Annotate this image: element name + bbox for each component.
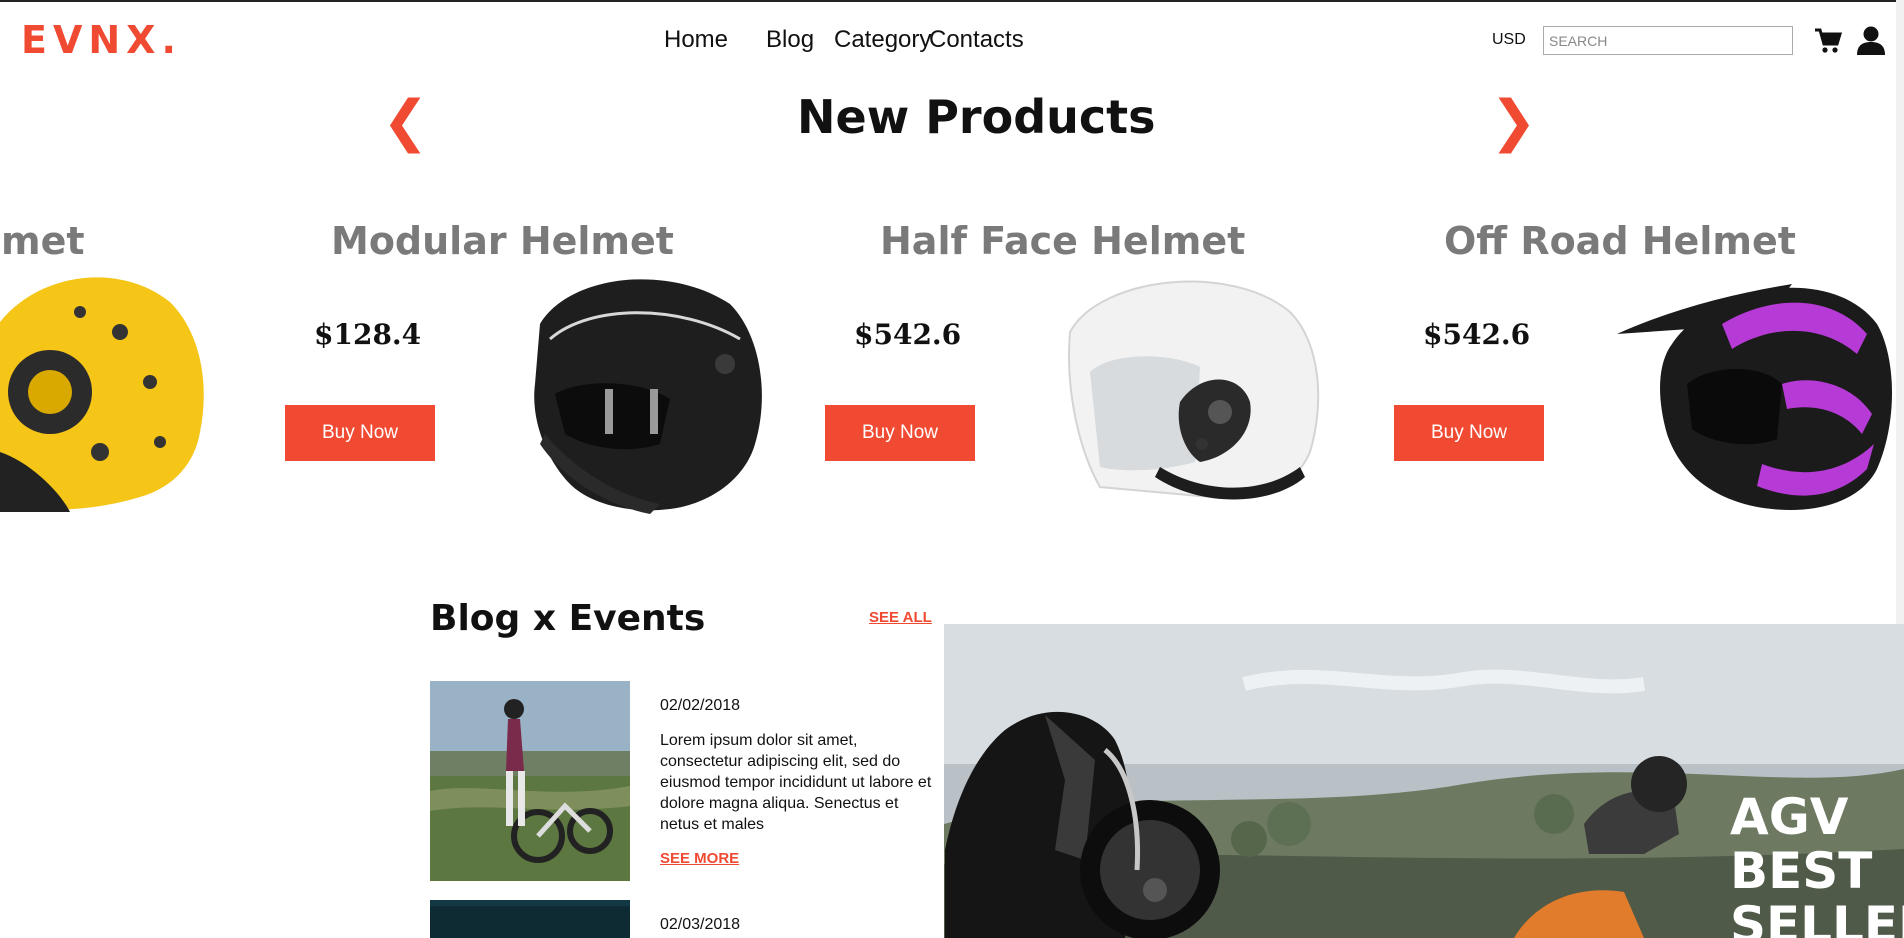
blog-post-thumbnail[interactable] bbox=[430, 681, 630, 881]
top-border bbox=[0, 0, 1904, 2]
half-face-helmet-image[interactable] bbox=[1030, 262, 1330, 517]
carousel-next-arrow[interactable]: ❯ bbox=[1490, 94, 1537, 150]
product-name: Half Face Helmet bbox=[880, 219, 1246, 263]
blog-post-date: 02/02/2018 bbox=[660, 697, 741, 714]
blog-section-title: Blog x Events bbox=[430, 598, 706, 639]
blog-post-date: 02/03/2018 bbox=[660, 916, 741, 933]
buy-now-button[interactable]: Buy Now bbox=[285, 405, 435, 461]
see-all-link[interactable]: SEE ALL bbox=[869, 609, 932, 626]
nav-contacts[interactable]: Contacts bbox=[929, 26, 1024, 54]
product-name: lmet bbox=[0, 219, 85, 263]
off-road-helmet-image[interactable] bbox=[1612, 264, 1902, 516]
carousel-prev-arrow[interactable]: ❮ bbox=[382, 94, 429, 150]
nav-home[interactable]: Home bbox=[664, 26, 728, 54]
blog-post-excerpt: Lorem ipsum dolor sit amet, consectetur … bbox=[660, 732, 932, 833]
nav-category[interactable]: Category bbox=[834, 26, 931, 54]
modular-helmet-image[interactable] bbox=[510, 264, 770, 516]
logo[interactable]: EVNX. bbox=[21, 18, 182, 62]
search-input[interactable] bbox=[1543, 26, 1793, 55]
buy-now-button[interactable]: Buy Now bbox=[1394, 405, 1544, 461]
user-icon[interactable] bbox=[1855, 24, 1887, 56]
helmet-foreground-image bbox=[945, 711, 1220, 938]
product-price: $542.6 bbox=[854, 318, 962, 351]
banner-line: SELLER bbox=[1730, 896, 1904, 938]
product-price: $128.4 bbox=[314, 318, 422, 351]
banner-line: BEST bbox=[1730, 842, 1873, 900]
see-more-link[interactable]: SEE MORE bbox=[660, 850, 739, 867]
banner-line: AGV bbox=[1730, 788, 1849, 846]
nav-blog[interactable]: Blog bbox=[766, 26, 814, 54]
product-price: $542.6 bbox=[1423, 318, 1531, 351]
product-name: Modular Helmet bbox=[331, 219, 674, 263]
buy-now-button[interactable]: Buy Now bbox=[825, 405, 975, 461]
yellow-helmet-image[interactable] bbox=[0, 262, 210, 517]
cart-icon[interactable] bbox=[1812, 24, 1844, 56]
currency-selector[interactable]: USD bbox=[1492, 31, 1526, 49]
new-products-title: New Products bbox=[797, 90, 1156, 144]
product-name: Off Road Helmet bbox=[1444, 219, 1796, 263]
blog-post-thumbnail[interactable] bbox=[430, 900, 630, 938]
banner-headline: AGV BEST SELLER bbox=[1730, 790, 1904, 938]
